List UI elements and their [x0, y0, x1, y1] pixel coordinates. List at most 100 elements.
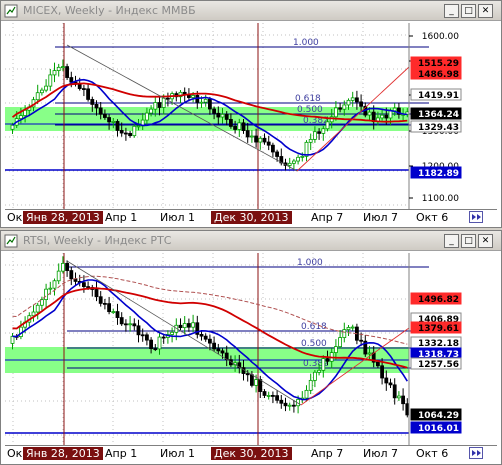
candle: [346, 99, 351, 106]
scroll-end-icon[interactable]: [469, 211, 483, 223]
fib-level-label: 0.618: [295, 94, 321, 104]
candle: [56, 66, 61, 71]
price-chart[interactable]: 1.000 0.618 0.500 0.382 1496.82 1406.89 1379.6…: [5, 253, 497, 445]
candle: [86, 88, 90, 100]
candle: [249, 135, 254, 138]
fib-level-label: 1.000: [293, 38, 319, 48]
title-bar[interactable]: RTSI, Weekly - Индекс РТС _ □ ✕: [1, 231, 501, 251]
x-label: Окт 6: [416, 447, 449, 460]
candle: [384, 114, 389, 119]
candle: [342, 329, 347, 338]
candle: [144, 334, 149, 341]
candle: [388, 110, 393, 119]
candle: [69, 270, 74, 280]
candlestick-chart[interactable]: 1.0000.6180.5000.3821600.001500.001400.0…: [5, 23, 499, 209]
time-axis: Ок Янв 28, 2013 Апр 1 Июл 1 Дек 30, 2013…: [5, 209, 497, 224]
candle: [165, 97, 170, 100]
candle: [266, 141, 271, 146]
candle: [333, 107, 338, 118]
candle: [111, 311, 116, 313]
candle: [359, 339, 364, 342]
candlestick-chart[interactable]: 1.0000.6180.5000.3821496.821406.891379.6…: [5, 253, 499, 445]
candle: [77, 83, 82, 89]
x-label: Ок: [7, 447, 23, 460]
candle: [40, 89, 44, 94]
candle: [224, 113, 229, 120]
candle: [283, 402, 288, 407]
scroll-end-icon[interactable]: [469, 447, 483, 459]
x-label: Окт 6: [416, 211, 449, 224]
candle: [392, 107, 397, 112]
candle: [44, 288, 48, 300]
close-button[interactable]: ✕: [478, 4, 493, 18]
micex-chart-window: MICEX, Weekly - Индекс ММВБ _ □ ✕ 1.000 0…: [0, 0, 502, 228]
x-label: Июл 7: [363, 447, 399, 460]
candle: [380, 365, 385, 379]
minimize-button[interactable]: _: [444, 4, 459, 18]
candle: [207, 98, 212, 110]
candle: [161, 336, 166, 339]
candle: [153, 348, 158, 351]
price-marker-label: 1486.98: [418, 70, 459, 80]
price-marker-label: 1329.43: [418, 123, 459, 133]
candle: [258, 137, 263, 143]
candle: [392, 384, 397, 399]
price-tick-label: 1600.00: [422, 32, 459, 42]
price-chart[interactable]: 1.0000.6180.5000.3821600.001500.001400.0…: [5, 23, 497, 209]
candle: [245, 373, 250, 376]
candle: [262, 137, 267, 143]
close-button[interactable]: ✕: [478, 234, 493, 248]
price-tick-label: 1100.00: [422, 194, 459, 204]
chart-icon: [4, 234, 18, 248]
candle: [90, 99, 95, 105]
title-bar[interactable]: MICEX, Weekly - Индекс ММВБ _ □ ✕: [1, 1, 501, 21]
price-marker-label: 1496.82: [418, 295, 459, 305]
candle: [182, 323, 187, 329]
candle: [350, 326, 355, 329]
candle: [178, 324, 183, 329]
candle: [144, 112, 149, 121]
price-marker-label: 1419.91: [418, 91, 459, 101]
candle: [291, 160, 296, 164]
candle: [212, 108, 217, 114]
candle: [56, 270, 61, 282]
price-marker-label: 1182.89: [418, 169, 459, 179]
chart-icon: [4, 4, 18, 18]
candle: [354, 97, 359, 103]
candle: [82, 88, 86, 90]
candle: [317, 131, 322, 134]
fib-level-label: 1.000: [297, 258, 323, 268]
price-marker-label: 1016.01: [418, 424, 459, 434]
candle: [333, 346, 338, 353]
candle: [254, 135, 259, 143]
candle: [48, 74, 53, 87]
candle: [111, 121, 116, 123]
candle: [115, 311, 120, 318]
candle: [98, 107, 103, 115]
maximize-button[interactable]: □: [461, 234, 476, 248]
candle: [191, 322, 196, 328]
candle: [161, 97, 166, 108]
candle: [199, 333, 204, 337]
candle: [241, 122, 246, 131]
candle: [266, 395, 271, 397]
candle: [18, 115, 23, 119]
candle: [220, 113, 225, 118]
candle: [132, 323, 137, 327]
candle: [338, 337, 343, 348]
candle: [342, 104, 347, 110]
candle: [44, 85, 48, 91]
time-axis: Ок Янв 28, 2013 Апр 1 Июл 1 Дек 30, 2013…: [5, 445, 497, 460]
candle: [254, 379, 259, 386]
fib-level-label: 0.500: [301, 339, 327, 349]
x-label: Июл 1: [160, 447, 196, 460]
candle: [228, 119, 233, 127]
x-label: Апр 7: [311, 211, 344, 224]
minimize-button[interactable]: _: [444, 234, 459, 248]
candle: [124, 132, 128, 135]
rtsi-chart-window: RTSI, Weekly - Индекс РТС _ □ ✕ 1.000 0.6…: [0, 230, 502, 465]
candle: [308, 379, 313, 391]
maximize-button[interactable]: □: [461, 4, 476, 18]
candle: [10, 335, 15, 344]
candle: [275, 151, 280, 157]
